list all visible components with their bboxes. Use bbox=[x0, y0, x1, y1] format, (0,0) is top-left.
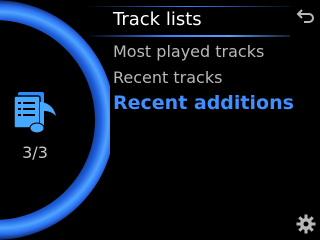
divider bbox=[85, 35, 290, 37]
menu-item-most-played-tracks[interactable]: Most played tracks bbox=[113, 42, 264, 61]
back-arrow-icon[interactable] bbox=[296, 6, 316, 26]
music-document-icon bbox=[12, 90, 64, 140]
menu-item-recent-tracks[interactable]: Recent tracks bbox=[113, 68, 222, 87]
menu-title: Track lists bbox=[113, 9, 202, 30]
divider bbox=[85, 6, 290, 7]
track-list-counter: 3/3 bbox=[22, 143, 48, 162]
gear-icon[interactable] bbox=[296, 214, 316, 234]
menu-item-recent-additions[interactable]: Recent additions bbox=[113, 92, 294, 114]
